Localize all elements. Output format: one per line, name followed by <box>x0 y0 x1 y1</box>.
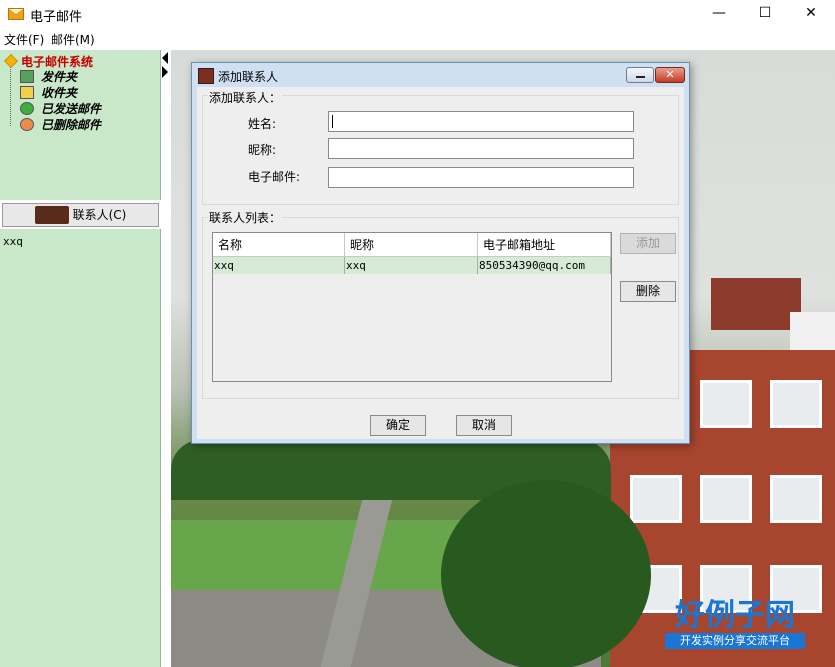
expand-right-icon[interactable] <box>162 66 168 78</box>
contacts-button[interactable]: 联系人(C) <box>2 203 159 227</box>
ok-button[interactable]: 确定 <box>370 415 426 436</box>
contact-list-group-title: 联系人列表： <box>208 209 283 226</box>
watermark-title: 好例子网 <box>675 598 795 633</box>
dialog-app-icon <box>198 68 214 84</box>
scene-temple <box>711 278 801 330</box>
table-cell: xxq <box>213 257 345 274</box>
dialog-close-button[interactable]: ✕ <box>655 67 685 83</box>
scene-tree-cluster <box>441 480 651 667</box>
nickname-field[interactable] <box>328 138 634 159</box>
tree-connector-line <box>10 66 12 126</box>
inbox-folder-icon <box>20 86 34 99</box>
table-cell: 850534390@qq.com <box>478 257 611 274</box>
tree-item-sent[interactable]: 已发送邮件 <box>20 100 101 117</box>
window-title: 电子邮件 <box>30 10 83 25</box>
maximize-button[interactable]: ☐ <box>742 0 788 28</box>
column-header-nickname[interactable]: 昵称 <box>345 233 478 257</box>
nickname-label: 昵称: <box>248 143 277 157</box>
name-label: 姓名: <box>248 117 277 131</box>
email-field[interactable] <box>328 167 634 188</box>
dialog-title: 添加联系人 <box>218 70 279 84</box>
tree-item-label: 发件夹 <box>41 70 78 84</box>
folder-tree: 电子邮件系统 发件夹 收件夹 已发送邮件 已删除邮件 <box>0 50 161 200</box>
tree-item-inbox[interactable]: 收件夹 <box>20 84 77 101</box>
text-caret <box>332 115 333 128</box>
split-pane-divider[interactable] <box>162 52 170 82</box>
tree-root-label: 电子邮件系统 <box>21 55 94 69</box>
list-item[interactable]: xxq <box>3 235 23 248</box>
add-contact-dialog: 添加联系人 ✕ 添加联系人： 姓名: 昵称: 电子邮件: 联系人列表： 名称 昵… <box>191 62 690 444</box>
column-header-name[interactable]: 名称 <box>213 233 345 257</box>
dialog-minimize-button[interactable] <box>626 67 654 83</box>
menu-mail[interactable]: 邮件(M) <box>51 31 95 48</box>
email-label: 电子邮件: <box>248 170 301 184</box>
cancel-button[interactable]: 取消 <box>456 415 512 436</box>
name-field[interactable] <box>328 111 634 132</box>
tree-item-label: 已删除邮件 <box>41 118 102 132</box>
tree-item-label: 收件夹 <box>41 86 78 100</box>
close-button[interactable]: ✕ <box>788 0 834 28</box>
delete-button[interactable]: 删除 <box>620 281 676 302</box>
sent-check-icon <box>20 102 34 115</box>
minimize-button[interactable]: — <box>696 0 742 28</box>
collapse-left-icon[interactable] <box>162 52 168 64</box>
table-cell: xxq <box>345 257 478 274</box>
site-watermark-logo: 好例子网 开发实例分享交流平台 <box>665 599 805 649</box>
watermark-subtitle: 开发实例分享交流平台 <box>665 633 805 649</box>
tree-root-icon <box>4 54 18 68</box>
contacts-button-label: 联系人(C) <box>72 208 127 222</box>
menu-file[interactable]: 文件(F) <box>4 31 44 48</box>
deleted-icon <box>20 118 34 131</box>
tree-item-deleted[interactable]: 已删除邮件 <box>20 116 101 133</box>
dialog-body: 添加联系人： 姓名: 昵称: 电子邮件: 联系人列表： 名称 昵称 电子邮箱地址… <box>197 87 684 439</box>
scene-roof <box>790 312 835 352</box>
scene-lawn <box>171 520 471 600</box>
mail-envelope-icon <box>8 8 24 20</box>
contacts-table[interactable]: 名称 昵称 电子邮箱地址 xxq xxq 850534390@qq.com <box>212 232 612 382</box>
window-titlebar: 电子邮件 — ☐ ✕ <box>0 0 835 28</box>
add-contact-group-title: 添加联系人： <box>208 89 283 106</box>
contact-avatar-icon <box>34 206 69 224</box>
contact-list: xxq <box>0 229 161 667</box>
tree-item-label: 已发送邮件 <box>41 102 102 116</box>
tree-item-outbox[interactable]: 发件夹 <box>20 68 77 85</box>
add-button[interactable]: 添加 <box>620 233 676 254</box>
outbox-icon <box>20 70 34 83</box>
menu-bar: 文件(F) 邮件(M) <box>0 28 835 48</box>
column-header-email[interactable]: 电子邮箱地址 <box>478 233 611 257</box>
